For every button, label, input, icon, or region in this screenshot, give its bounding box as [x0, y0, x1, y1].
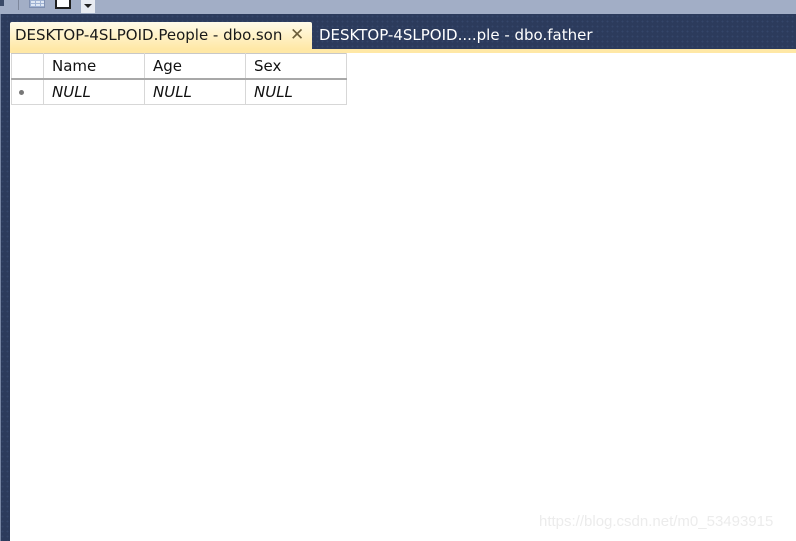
- grid-header-row: Name Age Sex: [11, 53, 347, 80]
- row-selector[interactable]: [11, 78, 44, 105]
- watermark: https://blog.csdn.net/m0_53493915: [539, 513, 774, 530]
- column-header-name[interactable]: Name: [43, 53, 145, 80]
- table-editor-grid: Name Age Sex NULL NULL NULL: [11, 53, 347, 105]
- left-dock-panel: [0, 14, 10, 541]
- toolbar-edge: [0, 0, 4, 6]
- tab-dbo-father[interactable]: DESKTOP-4SLPOID....ple - dbo.father: [313, 22, 603, 49]
- toolbar: [0, 0, 796, 14]
- cell-age[interactable]: NULL: [144, 78, 246, 105]
- cell-name[interactable]: NULL: [43, 78, 145, 105]
- new-row-icon: [19, 90, 24, 95]
- toolbar-separator: [18, 0, 19, 10]
- cell-sex[interactable]: NULL: [245, 78, 347, 105]
- left-dock-edge: [0, 14, 1, 541]
- row-header-corner[interactable]: [11, 53, 44, 80]
- tab-label: DESKTOP-4SLPOID....ple - dbo.father: [319, 26, 593, 44]
- close-icon[interactable]: ✕: [290, 25, 304, 45]
- column-header-sex[interactable]: Sex: [245, 53, 347, 80]
- results-to-text-icon[interactable]: [55, 0, 71, 9]
- toolbar-dropdown-chevron-icon[interactable]: [81, 0, 95, 13]
- results-to-grid-icon[interactable]: [29, 0, 45, 8]
- table-row: NULL NULL NULL: [11, 78, 347, 105]
- column-header-age[interactable]: Age: [144, 53, 246, 80]
- tab-dbo-son[interactable]: DESKTOP-4SLPOID.People - dbo.son ✕: [10, 22, 312, 49]
- tab-label: DESKTOP-4SLPOID.People - dbo.son: [15, 26, 283, 44]
